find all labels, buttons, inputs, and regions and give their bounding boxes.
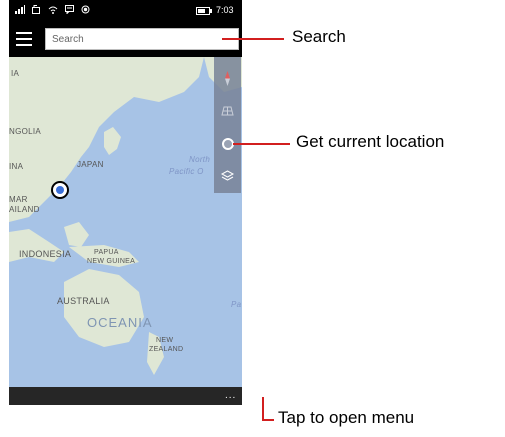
map-label-china: INA	[9, 162, 24, 171]
map-label-nz-new: NEW	[156, 337, 174, 344]
map-label-pa: Pa	[231, 300, 242, 309]
more-button[interactable]: ...	[225, 390, 236, 401]
map-label-north: North	[189, 155, 211, 164]
phone-screen: 7:03 IA NGOLIA INA JAPAN North Pacific O…	[9, 0, 242, 405]
search-callout-label: Search	[292, 27, 346, 46]
map-land	[9, 57, 242, 375]
menu-callout-label: Tap to open menu	[278, 408, 415, 427]
user-location-marker	[51, 181, 69, 199]
map-label-indonesia: INDONESIA	[19, 249, 72, 259]
hamburger-icon[interactable]	[16, 32, 32, 46]
map-view[interactable]: IA NGOLIA INA JAPAN North Pacific O MAR …	[9, 57, 242, 387]
status-bar: 7:03	[9, 0, 242, 22]
map-label-myanmar: MAR	[9, 195, 28, 204]
map-label-japan: JAPAN	[77, 160, 104, 169]
map-label-papua: PAPUA	[94, 249, 119, 256]
location-callout-label: Get current location	[296, 132, 445, 151]
clock: 7:03	[216, 5, 234, 15]
app-bar	[9, 22, 242, 57]
location-callout-line	[233, 143, 290, 145]
map-label-thailand: AILAND	[9, 205, 40, 214]
roaming-icon	[32, 5, 41, 16]
signal-icon	[15, 5, 25, 16]
map-label-oceania: OCEANIA	[87, 315, 153, 330]
search-input[interactable]	[45, 28, 239, 50]
menu-callout-line	[262, 419, 274, 421]
map-label-pacific: Pacific O	[169, 167, 204, 176]
map-label-australia: AUSTRALIA	[57, 296, 110, 306]
message-icon	[65, 5, 74, 16]
menu-callout-vline	[262, 397, 264, 421]
search-callout-line	[222, 38, 284, 40]
map-label-new-guinea: NEW GUINEA	[87, 258, 136, 265]
compass-icon[interactable]	[214, 65, 241, 92]
map-controls-panel	[214, 57, 241, 193]
map-label-mongolia: NGOLIA	[9, 127, 42, 136]
map-label-ia: IA	[11, 69, 20, 78]
map-label-nz-zealand: ZEALAND	[149, 346, 184, 353]
layers-icon[interactable]	[214, 163, 241, 190]
tilt-icon[interactable]	[214, 97, 241, 124]
location-icon	[81, 5, 90, 16]
wifi-icon	[48, 5, 58, 16]
battery-icon	[196, 7, 212, 15]
bottom-app-bar: ...	[9, 387, 242, 405]
